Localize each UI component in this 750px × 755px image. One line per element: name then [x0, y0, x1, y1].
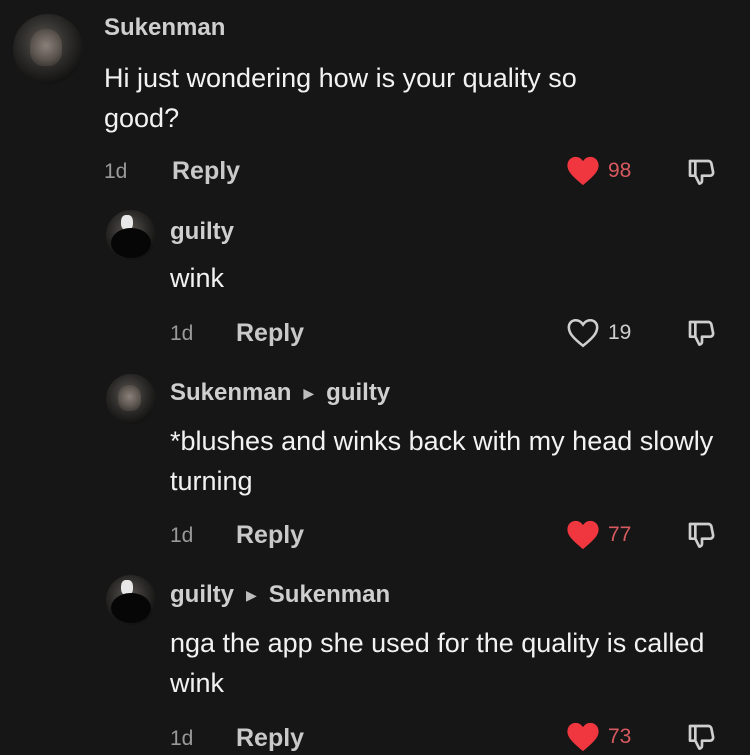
like-button[interactable]: 73: [566, 721, 631, 753]
like-count: 73: [608, 725, 632, 748]
like-count: 77: [608, 523, 632, 546]
reply-to-label[interactable]: Sukenman: [269, 581, 390, 609]
comment-text: nga the app she used for the quality is …: [170, 628, 705, 698]
comment-time: 1d: [170, 524, 194, 547]
like-button[interactable]: 19: [566, 317, 631, 349]
username-label[interactable]: Sukenman: [104, 14, 225, 42]
thumbs-down-icon: [688, 320, 715, 346]
dislike-button[interactable]: [686, 157, 718, 189]
comment-username[interactable]: Sukenman ▶ guilty: [170, 379, 390, 407]
comment-time: 1d: [170, 727, 194, 750]
avatar[interactable]: [106, 575, 156, 625]
thumbs-down-icon: [688, 522, 715, 548]
dislike-button[interactable]: [686, 520, 718, 552]
heart-filled-icon: [566, 721, 600, 753]
comment-time: 1d: [170, 322, 194, 345]
comment-text: Hi just wondering how is your quality so…: [104, 63, 577, 133]
avatar[interactable]: [106, 374, 156, 424]
avatar[interactable]: [13, 14, 83, 84]
heart-filled-icon: [566, 519, 600, 551]
like-button[interactable]: 98: [566, 155, 631, 187]
username-label[interactable]: Sukenman: [170, 379, 291, 407]
heart-filled-icon: [566, 155, 600, 187]
dislike-button[interactable]: [686, 318, 718, 350]
like-count: 98: [608, 159, 632, 182]
like-count: 19: [608, 321, 632, 344]
reply-arrow-icon: ▶: [246, 586, 257, 603]
username-label[interactable]: guilty: [170, 218, 234, 246]
comment-text: *blushes and winks back with my head slo…: [170, 426, 714, 496]
comment-username[interactable]: Sukenman: [104, 14, 225, 42]
reply-arrow-icon: ▶: [303, 384, 315, 401]
dislike-button[interactable]: [686, 722, 718, 754]
comment-time: 1d: [104, 160, 128, 183]
thumbs-down-icon: [688, 159, 715, 185]
heart-outline-icon: [566, 317, 600, 349]
reply-button[interactable]: Reply: [236, 521, 304, 550]
comment-text: wink: [170, 263, 225, 293]
reply-button[interactable]: Reply: [236, 319, 304, 348]
comment-username[interactable]: guilty ▶ Sukenman: [170, 581, 390, 609]
reply-button[interactable]: Reply: [172, 157, 240, 186]
username-label[interactable]: guilty: [170, 581, 234, 609]
avatar[interactable]: [106, 210, 156, 260]
reply-button[interactable]: Reply: [236, 724, 304, 753]
comment-username[interactable]: guilty: [170, 218, 234, 246]
like-button[interactable]: 77: [566, 519, 631, 551]
thumbs-down-icon: [688, 724, 715, 750]
reply-to-label[interactable]: guilty: [326, 379, 390, 407]
